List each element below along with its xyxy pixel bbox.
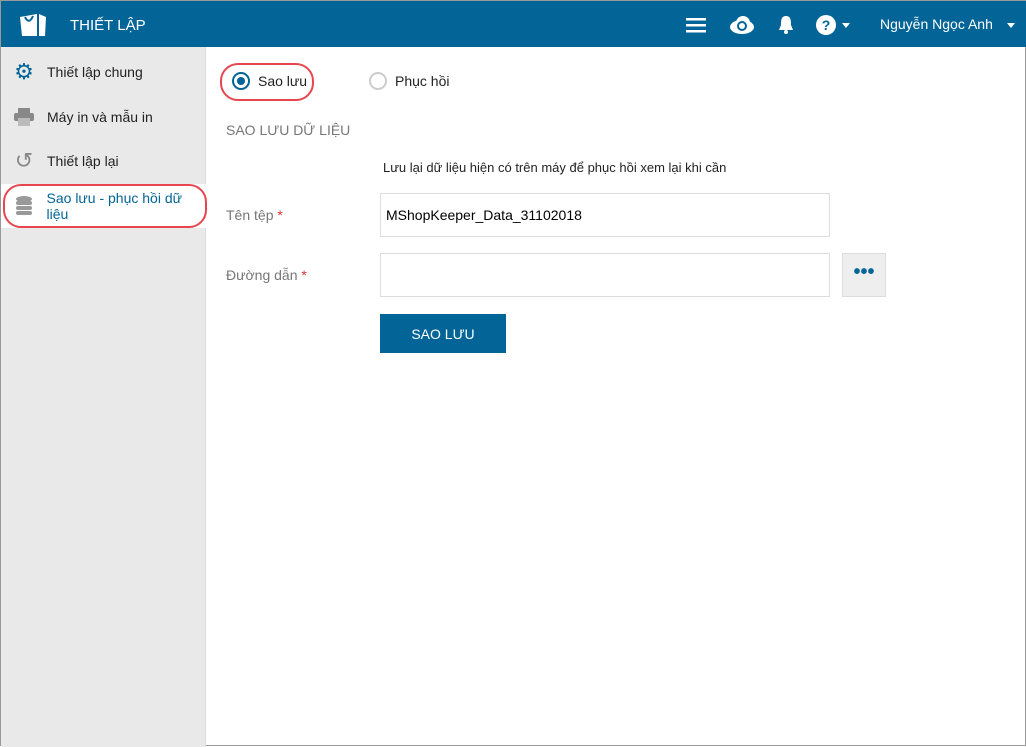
header-bar: THIẾT LẬP ? Nguyễn Ngọc Anh	[1, 1, 1026, 47]
help-icon[interactable]: ?	[815, 14, 837, 36]
required-marker: *	[301, 267, 307, 283]
browse-button[interactable]: •••	[842, 253, 886, 297]
sidebar-item-label: Máy in và mẫu in	[47, 109, 153, 125]
backup-button[interactable]: SAO LƯU	[380, 314, 506, 353]
printer-icon	[1, 108, 47, 126]
cloud-sync-icon[interactable]	[729, 14, 755, 36]
sidebar-item-label: Thiết lập lại	[47, 153, 119, 169]
page-title: THIẾT LẬP	[70, 17, 146, 34]
menu-icon[interactable]	[685, 14, 707, 36]
undo-icon: ↺	[14, 148, 34, 173]
label-text: Tên tệp	[226, 207, 274, 223]
highlight-annotation	[3, 184, 207, 228]
radio-restore[interactable]: Phục hồi	[369, 72, 449, 90]
gear-icon: ⚙	[14, 59, 34, 84]
path-label: Đường dẫn *	[226, 267, 307, 283]
sidebar-item-label: Thiết lập chung	[47, 64, 143, 80]
radio-label: Phục hồi	[395, 73, 450, 89]
required-marker: *	[277, 207, 283, 223]
sidebar-item-printer[interactable]: Máy in và mẫu in	[1, 95, 206, 139]
label-text: Đường dẫn	[226, 267, 298, 283]
bell-icon[interactable]	[775, 14, 797, 36]
radio-label: Sao lưu	[258, 73, 308, 89]
user-name[interactable]: Nguyễn Ngọc Anh	[880, 16, 993, 32]
svg-text:?: ?	[822, 17, 831, 33]
description: Lưu lại dữ liệu hiện có trên máy để phục…	[383, 160, 727, 175]
shop-bag-logo-icon	[20, 14, 46, 36]
sidebar: ⚙ Thiết lập chung Máy in và mẫu in ↺ Thiết…	[1, 47, 207, 747]
radio-backup[interactable]: Sao lưu	[232, 72, 307, 90]
filename-label: Tên tệp *	[226, 207, 283, 223]
sidebar-item-reset[interactable]: ↺ Thiết lập lại	[1, 139, 206, 183]
user-dropdown-caret-icon[interactable]	[1004, 14, 1018, 36]
radio-checked-icon	[232, 72, 250, 90]
section-heading: SAO LƯU DỮ LIỆU	[226, 122, 351, 138]
radio-unchecked-icon	[369, 72, 387, 90]
help-dropdown-caret-icon[interactable]	[839, 14, 853, 36]
path-input[interactable]	[380, 253, 830, 297]
filename-input[interactable]	[380, 193, 830, 237]
sidebar-item-general[interactable]: ⚙ Thiết lập chung	[1, 50, 206, 94]
